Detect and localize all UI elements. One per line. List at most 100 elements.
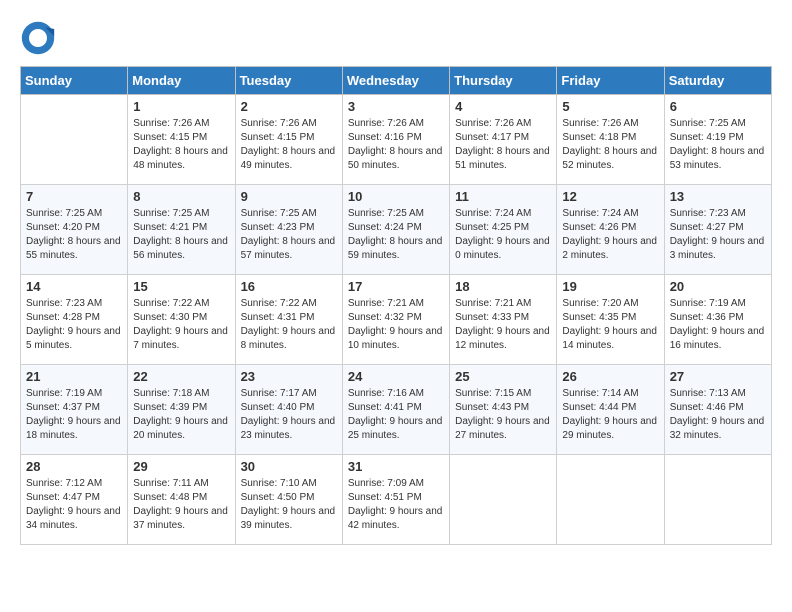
day-info: Sunrise: 7:25 AM Sunset: 4:24 PM Dayligh… — [348, 207, 444, 263]
calendar-day-cell: 1 Sunrise: 7:26 AM Sunset: 4:15 PM Dayli… — [128, 95, 235, 185]
sunrise-text: Sunrise: 7:15 AM — [455, 388, 531, 399]
day-info: Sunrise: 7:25 AM Sunset: 4:23 PM Dayligh… — [241, 207, 337, 263]
day-number: 16 — [241, 279, 337, 294]
day-info: Sunrise: 7:16 AM Sunset: 4:41 PM Dayligh… — [348, 387, 444, 443]
day-number: 25 — [455, 369, 551, 384]
sunset-text: Sunset: 4:31 PM — [241, 312, 315, 323]
calendar-day-cell: 9 Sunrise: 7:25 AM Sunset: 4:23 PM Dayli… — [235, 185, 342, 275]
daylight-text: Daylight: 9 hours and 27 minutes. — [455, 416, 550, 441]
day-number: 30 — [241, 459, 337, 474]
calendar-day-cell: 13 Sunrise: 7:23 AM Sunset: 4:27 PM Dayl… — [664, 185, 771, 275]
calendar-day-cell: 8 Sunrise: 7:25 AM Sunset: 4:21 PM Dayli… — [128, 185, 235, 275]
daylight-text: Daylight: 8 hours and 48 minutes. — [133, 146, 228, 171]
calendar-week-row: 21 Sunrise: 7:19 AM Sunset: 4:37 PM Dayl… — [21, 365, 772, 455]
day-info: Sunrise: 7:25 AM Sunset: 4:19 PM Dayligh… — [670, 117, 766, 173]
daylight-text: Daylight: 8 hours and 51 minutes. — [455, 146, 550, 171]
sunrise-text: Sunrise: 7:24 AM — [455, 208, 531, 219]
calendar-day-cell — [21, 95, 128, 185]
day-info: Sunrise: 7:26 AM Sunset: 4:17 PM Dayligh… — [455, 117, 551, 173]
daylight-text: Daylight: 9 hours and 20 minutes. — [133, 416, 228, 441]
daylight-text: Daylight: 9 hours and 39 minutes. — [241, 506, 336, 531]
day-info: Sunrise: 7:22 AM Sunset: 4:31 PM Dayligh… — [241, 297, 337, 353]
day-info: Sunrise: 7:26 AM Sunset: 4:18 PM Dayligh… — [562, 117, 658, 173]
day-number: 11 — [455, 189, 551, 204]
calendar-day-cell: 30 Sunrise: 7:10 AM Sunset: 4:50 PM Dayl… — [235, 455, 342, 545]
day-info: Sunrise: 7:13 AM Sunset: 4:46 PM Dayligh… — [670, 387, 766, 443]
calendar-day-cell — [664, 455, 771, 545]
daylight-text: Daylight: 9 hours and 2 minutes. — [562, 236, 657, 261]
day-info: Sunrise: 7:26 AM Sunset: 4:15 PM Dayligh… — [133, 117, 229, 173]
sunset-text: Sunset: 4:33 PM — [455, 312, 529, 323]
sunrise-text: Sunrise: 7:10 AM — [241, 478, 317, 489]
calendar-day-cell: 11 Sunrise: 7:24 AM Sunset: 4:25 PM Dayl… — [450, 185, 557, 275]
daylight-text: Daylight: 9 hours and 37 minutes. — [133, 506, 228, 531]
sunset-text: Sunset: 4:17 PM — [455, 132, 529, 143]
day-number: 13 — [670, 189, 766, 204]
day-info: Sunrise: 7:10 AM Sunset: 4:50 PM Dayligh… — [241, 477, 337, 533]
daylight-text: Daylight: 9 hours and 29 minutes. — [562, 416, 657, 441]
sunset-text: Sunset: 4:40 PM — [241, 402, 315, 413]
sunrise-text: Sunrise: 7:26 AM — [348, 118, 424, 129]
sunrise-text: Sunrise: 7:14 AM — [562, 388, 638, 399]
daylight-text: Daylight: 8 hours and 49 minutes. — [241, 146, 336, 171]
calendar-week-row: 28 Sunrise: 7:12 AM Sunset: 4:47 PM Dayl… — [21, 455, 772, 545]
daylight-text: Daylight: 9 hours and 23 minutes. — [241, 416, 336, 441]
sunrise-text: Sunrise: 7:26 AM — [133, 118, 209, 129]
day-number: 26 — [562, 369, 658, 384]
calendar-day-cell: 21 Sunrise: 7:19 AM Sunset: 4:37 PM Dayl… — [21, 365, 128, 455]
sunrise-text: Sunrise: 7:25 AM — [348, 208, 424, 219]
weekday-header: Thursday — [450, 67, 557, 95]
day-number: 2 — [241, 99, 337, 114]
daylight-text: Daylight: 8 hours and 59 minutes. — [348, 236, 443, 261]
weekday-header: Wednesday — [342, 67, 449, 95]
calendar-day-cell: 7 Sunrise: 7:25 AM Sunset: 4:20 PM Dayli… — [21, 185, 128, 275]
day-number: 24 — [348, 369, 444, 384]
day-number: 7 — [26, 189, 122, 204]
daylight-text: Daylight: 8 hours and 55 minutes. — [26, 236, 121, 261]
day-info: Sunrise: 7:20 AM Sunset: 4:35 PM Dayligh… — [562, 297, 658, 353]
calendar-day-cell: 4 Sunrise: 7:26 AM Sunset: 4:17 PM Dayli… — [450, 95, 557, 185]
sunset-text: Sunset: 4:44 PM — [562, 402, 636, 413]
calendar-day-cell — [450, 455, 557, 545]
daylight-text: Daylight: 9 hours and 25 minutes. — [348, 416, 443, 441]
calendar-day-cell: 6 Sunrise: 7:25 AM Sunset: 4:19 PM Dayli… — [664, 95, 771, 185]
sunset-text: Sunset: 4:20 PM — [26, 222, 100, 233]
calendar-day-cell: 18 Sunrise: 7:21 AM Sunset: 4:33 PM Dayl… — [450, 275, 557, 365]
day-number: 14 — [26, 279, 122, 294]
daylight-text: Daylight: 9 hours and 42 minutes. — [348, 506, 443, 531]
weekday-header: Saturday — [664, 67, 771, 95]
day-info: Sunrise: 7:23 AM Sunset: 4:28 PM Dayligh… — [26, 297, 122, 353]
day-info: Sunrise: 7:19 AM Sunset: 4:36 PM Dayligh… — [670, 297, 766, 353]
sunset-text: Sunset: 4:36 PM — [670, 312, 744, 323]
sunrise-text: Sunrise: 7:21 AM — [348, 298, 424, 309]
calendar-day-cell: 29 Sunrise: 7:11 AM Sunset: 4:48 PM Dayl… — [128, 455, 235, 545]
sunset-text: Sunset: 4:43 PM — [455, 402, 529, 413]
sunrise-text: Sunrise: 7:25 AM — [133, 208, 209, 219]
daylight-text: Daylight: 8 hours and 53 minutes. — [670, 146, 765, 171]
daylight-text: Daylight: 9 hours and 32 minutes. — [670, 416, 765, 441]
daylight-text: Daylight: 9 hours and 14 minutes. — [562, 326, 657, 351]
sunset-text: Sunset: 4:28 PM — [26, 312, 100, 323]
day-info: Sunrise: 7:18 AM Sunset: 4:39 PM Dayligh… — [133, 387, 229, 443]
sunset-text: Sunset: 4:32 PM — [348, 312, 422, 323]
calendar-day-cell: 16 Sunrise: 7:22 AM Sunset: 4:31 PM Dayl… — [235, 275, 342, 365]
weekday-header: Monday — [128, 67, 235, 95]
calendar-day-cell: 14 Sunrise: 7:23 AM Sunset: 4:28 PM Dayl… — [21, 275, 128, 365]
daylight-text: Daylight: 9 hours and 0 minutes. — [455, 236, 550, 261]
sunrise-text: Sunrise: 7:20 AM — [562, 298, 638, 309]
sunset-text: Sunset: 4:23 PM — [241, 222, 315, 233]
day-number: 3 — [348, 99, 444, 114]
day-number: 22 — [133, 369, 229, 384]
day-number: 20 — [670, 279, 766, 294]
day-number: 1 — [133, 99, 229, 114]
day-number: 4 — [455, 99, 551, 114]
day-number: 15 — [133, 279, 229, 294]
calendar-day-cell: 19 Sunrise: 7:20 AM Sunset: 4:35 PM Dayl… — [557, 275, 664, 365]
calendar-week-row: 14 Sunrise: 7:23 AM Sunset: 4:28 PM Dayl… — [21, 275, 772, 365]
daylight-text: Daylight: 9 hours and 7 minutes. — [133, 326, 228, 351]
calendar-day-cell: 12 Sunrise: 7:24 AM Sunset: 4:26 PM Dayl… — [557, 185, 664, 275]
sunrise-text: Sunrise: 7:21 AM — [455, 298, 531, 309]
daylight-text: Daylight: 9 hours and 8 minutes. — [241, 326, 336, 351]
calendar-day-cell: 15 Sunrise: 7:22 AM Sunset: 4:30 PM Dayl… — [128, 275, 235, 365]
calendar-day-cell: 17 Sunrise: 7:21 AM Sunset: 4:32 PM Dayl… — [342, 275, 449, 365]
